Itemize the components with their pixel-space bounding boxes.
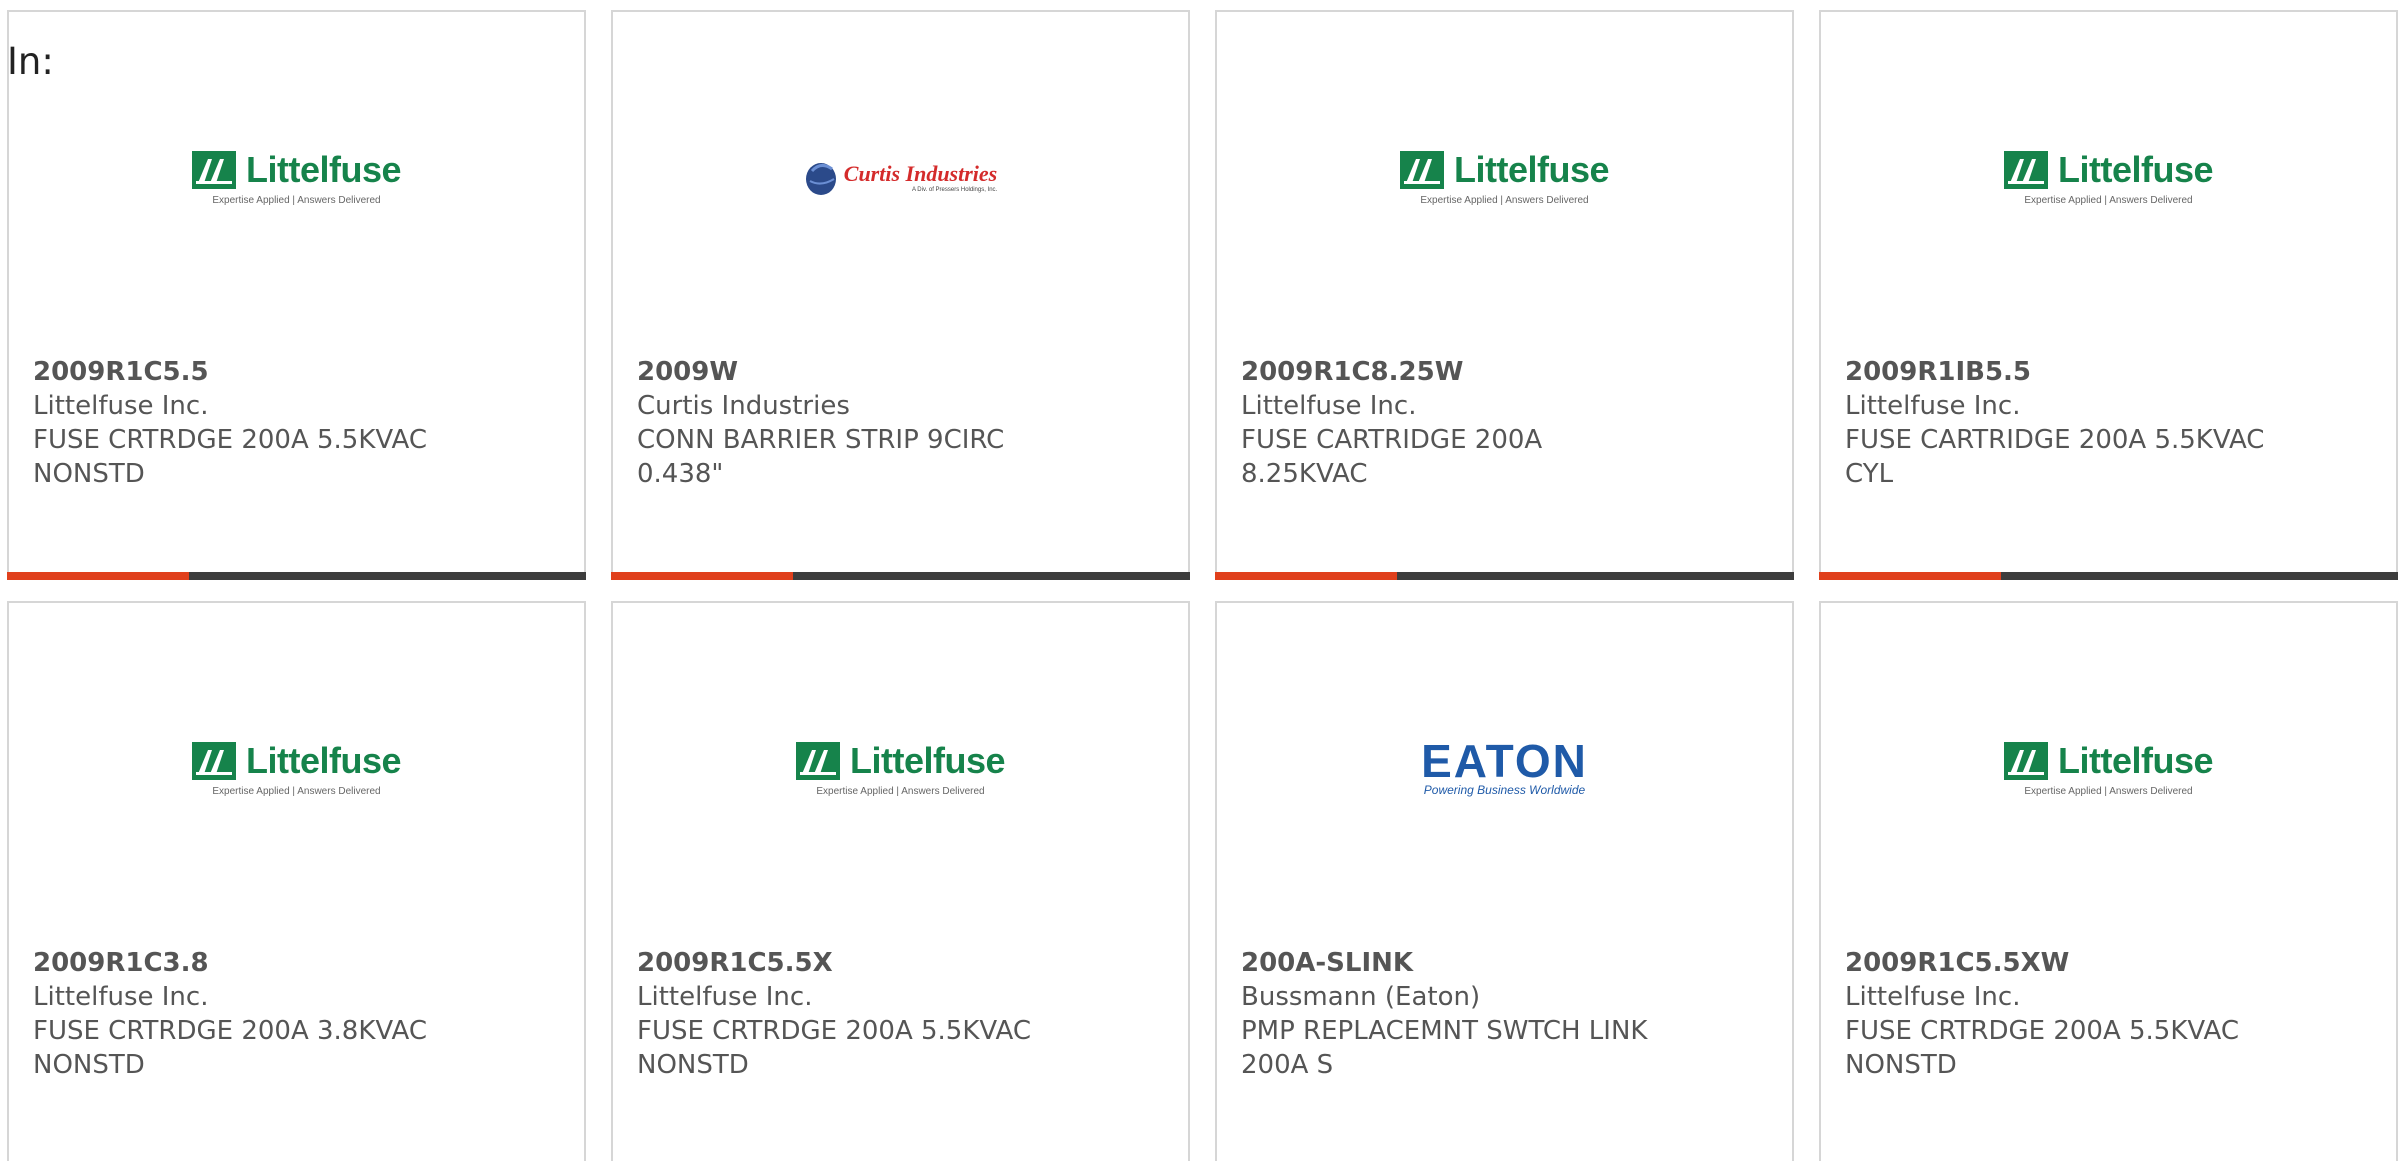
description-line1: FUSE CARTRIDGE 200A 5.5KVAC xyxy=(1845,425,2265,455)
littelfuse-tagline: Expertise Applied | Answers Delivered xyxy=(1420,194,1589,206)
card-accent xyxy=(1215,572,1397,580)
manufacturer-logo: EATON Powering Business Worldwide xyxy=(1217,723,1792,813)
littelfuse-name: Littelfuse xyxy=(245,739,402,781)
littelfuse-tagline: Expertise Applied | Answers Delivered xyxy=(2024,785,2193,797)
description-line2: NONSTD xyxy=(33,1050,145,1080)
description-line2: 200A S xyxy=(1241,1050,1334,1080)
littelfuse-logo: Littelfuse Expertise Applied | Answers D… xyxy=(191,739,402,797)
manufacturer-logo: Littelfuse Expertise Applied | Answers D… xyxy=(1821,132,2396,222)
curtis-globe-icon xyxy=(805,163,836,195)
card-accent xyxy=(1819,572,2001,580)
description-line1: FUSE CRTRDGE 200A 5.5KVAC xyxy=(1845,1016,2239,1046)
littelfuse-mark-icon xyxy=(1399,150,1444,189)
littelfuse-name: Littelfuse xyxy=(849,739,1006,781)
littelfuse-tagline: Expertise Applied | Answers Delivered xyxy=(212,785,381,797)
description-line2: NONSTD xyxy=(33,459,145,489)
part-number[interactable]: 2009R1C8.25W xyxy=(1241,355,1721,389)
littelfuse-tagline: Expertise Applied | Answers Delivered xyxy=(816,785,985,797)
product-card[interactable]: Littelfuse Expertise Applied | Answers D… xyxy=(7,10,586,580)
littelfuse-logo: Littelfuse Expertise Applied | Answers D… xyxy=(191,148,402,206)
part-number[interactable]: 2009W xyxy=(637,355,1117,389)
description-line2: 8.25KVAC xyxy=(1241,459,1368,489)
description-line2: 0.438" xyxy=(637,459,724,489)
card-bottom-bar xyxy=(611,572,1190,580)
card-bottom-bar xyxy=(7,572,586,580)
product-grid-page: In: Littelfuse Expertise Applied | Answe… xyxy=(0,0,2400,1161)
product-info: 2009R1C8.25W Littelfuse Inc. FUSE CARTRI… xyxy=(1241,355,1721,491)
manufacturer-name: Curtis Industries xyxy=(637,391,850,421)
eaton-tagline: Powering Business Worldwide xyxy=(1423,783,1586,797)
product-card[interactable]: Littelfuse Expertise Applied | Answers D… xyxy=(1819,601,2398,1161)
littelfuse-mark-icon xyxy=(191,741,236,780)
product-card[interactable]: EATON Powering Business Worldwide 200A-S… xyxy=(1215,601,1794,1161)
littelfuse-logo: Littelfuse Expertise Applied | Answers D… xyxy=(795,739,1006,797)
littelfuse-mark-icon xyxy=(2003,741,2048,780)
manufacturer-logo: Littelfuse Expertise Applied | Answers D… xyxy=(1217,132,1792,222)
littelfuse-logo: Littelfuse Expertise Applied | Answers D… xyxy=(1399,148,1610,206)
manufacturer-logo: Littelfuse Expertise Applied | Answers D… xyxy=(613,723,1188,813)
product-info: 2009R1C5.5X Littelfuse Inc. FUSE CRTRDGE… xyxy=(637,946,1117,1082)
product-card[interactable]: Littelfuse Expertise Applied | Answers D… xyxy=(1819,10,2398,580)
littelfuse-mark-icon xyxy=(795,741,840,780)
product-info: 2009R1C5.5XW Littelfuse Inc. FUSE CRTRDG… xyxy=(1845,946,2325,1082)
littelfuse-logo: Littelfuse Expertise Applied | Answers D… xyxy=(2003,739,2214,797)
description-line1: CONN BARRIER STRIP 9CIRC xyxy=(637,425,1005,455)
littelfuse-mark-icon xyxy=(2003,150,2048,189)
part-number[interactable]: 2009R1IB5.5 xyxy=(1845,355,2325,389)
card-accent xyxy=(7,572,189,580)
manufacturer-logo: Littelfuse Expertise Applied | Answers D… xyxy=(1821,723,2396,813)
part-number[interactable]: 2009R1C5.5X xyxy=(637,946,1117,980)
manufacturer-name: Littelfuse Inc. xyxy=(1845,982,2021,1012)
description-line1: PMP REPLACEMNT SWTCH LINK xyxy=(1241,1016,1648,1046)
card-bottom-bar xyxy=(1215,572,1794,580)
product-card[interactable]: Curtis Industries A Div. of Pressers Hol… xyxy=(611,10,1190,580)
littelfuse-name: Littelfuse xyxy=(1453,148,1610,190)
product-info: 2009R1C5.5 Littelfuse Inc. FUSE CRTRDGE … xyxy=(33,355,513,491)
part-number[interactable]: 2009R1C5.5XW xyxy=(1845,946,2325,980)
card-accent xyxy=(611,572,793,580)
description-line2: NONSTD xyxy=(1845,1050,1957,1080)
littelfuse-mark-icon xyxy=(191,150,236,189)
product-card[interactable]: Littelfuse Expertise Applied | Answers D… xyxy=(1215,10,1794,580)
product-info: 2009R1C3.8 Littelfuse Inc. FUSE CRTRDGE … xyxy=(33,946,513,1082)
manufacturer-logo: Curtis Industries A Div. of Pressers Hol… xyxy=(613,132,1188,222)
part-number[interactable]: 200A-SLINK xyxy=(1241,946,1721,980)
product-info: 2009R1IB5.5 Littelfuse Inc. FUSE CARTRID… xyxy=(1845,355,2325,491)
littelfuse-logo: Littelfuse Expertise Applied | Answers D… xyxy=(2003,148,2214,206)
manufacturer-name: Littelfuse Inc. xyxy=(33,391,209,421)
description-line1: FUSE CRTRDGE 200A 3.8KVAC xyxy=(33,1016,427,1046)
product-card[interactable]: Littelfuse Expertise Applied | Answers D… xyxy=(7,601,586,1161)
product-info: 200A-SLINK Bussmann (Eaton) PMP REPLACEM… xyxy=(1241,946,1721,1082)
description-line1: FUSE CARTRIDGE 200A xyxy=(1241,425,1543,455)
eaton-logo: EATON Powering Business Worldwide xyxy=(1421,735,1588,797)
product-card[interactable]: Littelfuse Expertise Applied | Answers D… xyxy=(611,601,1190,1161)
product-info: 2009W Curtis Industries CONN BARRIER STR… xyxy=(637,355,1117,491)
description-line1: FUSE CRTRDGE 200A 5.5KVAC xyxy=(33,425,427,455)
part-number[interactable]: 2009R1C3.8 xyxy=(33,946,513,980)
manufacturer-name: Bussmann (Eaton) xyxy=(1241,982,1481,1012)
littelfuse-tagline: Expertise Applied | Answers Delivered xyxy=(2024,194,2193,206)
description-line1: FUSE CRTRDGE 200A 5.5KVAC xyxy=(637,1016,1031,1046)
curtis-logo: Curtis Industries A Div. of Pressers Hol… xyxy=(804,157,997,197)
manufacturer-name: Littelfuse Inc. xyxy=(33,982,209,1012)
manufacturer-logo: Littelfuse Expertise Applied | Answers D… xyxy=(9,723,584,813)
manufacturer-name: Littelfuse Inc. xyxy=(1845,391,2021,421)
description-line2: CYL xyxy=(1845,459,1894,489)
description-line2: NONSTD xyxy=(637,1050,749,1080)
manufacturer-logo: Littelfuse Expertise Applied | Answers D… xyxy=(9,132,584,222)
curtis-tagline: A Div. of Pressers Holdings, Inc. xyxy=(911,187,998,193)
manufacturer-name: Littelfuse Inc. xyxy=(637,982,813,1012)
littelfuse-name: Littelfuse xyxy=(2057,148,2214,190)
littelfuse-name: Littelfuse xyxy=(245,148,402,190)
part-number[interactable]: 2009R1C5.5 xyxy=(33,355,513,389)
littelfuse-name: Littelfuse xyxy=(2057,739,2214,781)
in-label: In: xyxy=(7,40,54,83)
eaton-name: EATON xyxy=(1421,735,1588,787)
manufacturer-name: Littelfuse Inc. xyxy=(1241,391,1417,421)
card-bottom-bar xyxy=(1819,572,2398,580)
product-grid: Littelfuse Expertise Applied | Answers D… xyxy=(7,10,2400,1161)
curtis-name: Curtis Industries xyxy=(843,161,998,186)
littelfuse-tagline: Expertise Applied | Answers Delivered xyxy=(212,194,381,206)
